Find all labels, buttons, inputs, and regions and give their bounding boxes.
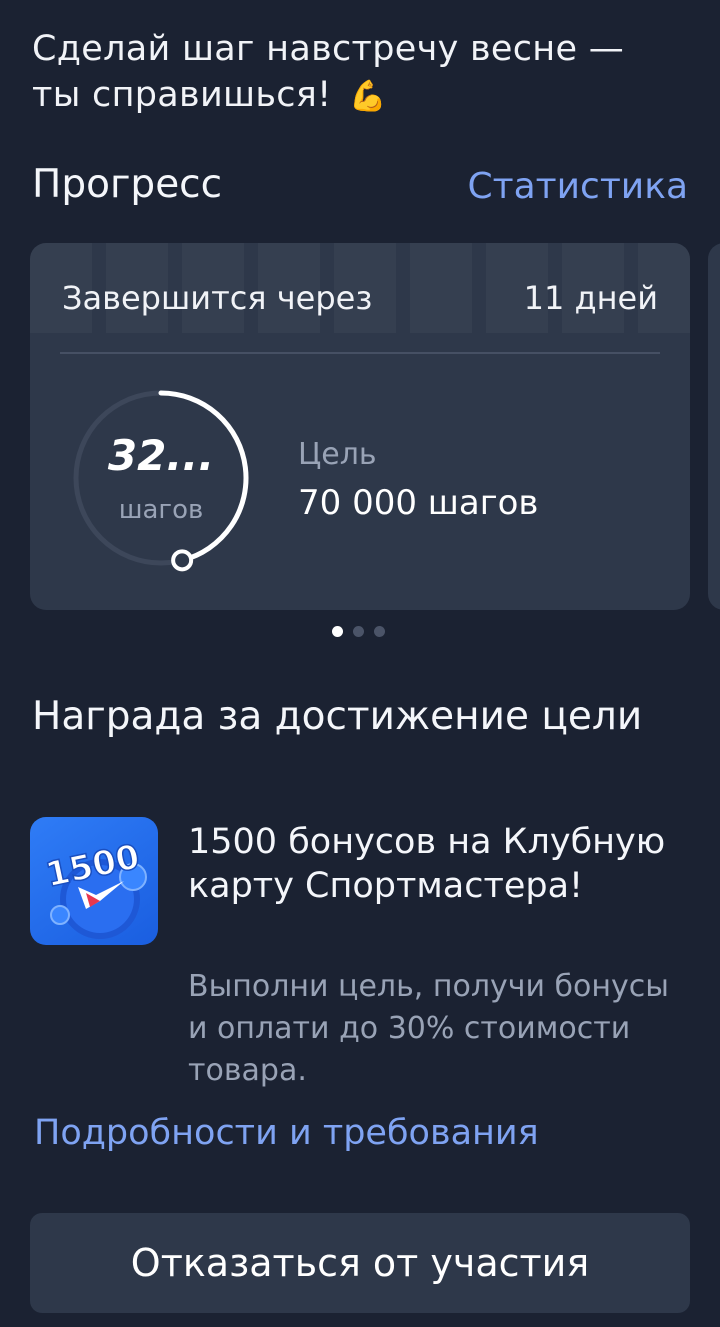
card-divider	[60, 352, 660, 354]
progress-ring-knob	[171, 549, 194, 572]
motivation-line1: Сделай шаг навстречу весне —	[32, 29, 625, 69]
pager-dot[interactable]	[374, 626, 385, 637]
decline-participation-button[interactable]: Отказаться от участия	[30, 1213, 690, 1313]
reward-headline: 1500 бонусов на Клубную карту Спортмасте…	[188, 822, 666, 906]
pager-dot[interactable]	[353, 626, 364, 637]
carousel-pager[interactable]	[332, 626, 385, 637]
goal-value: 70 000 шагов	[298, 483, 539, 523]
goal-label: Цель	[298, 437, 377, 472]
reward-title: Награда за достижение цели	[32, 694, 643, 739]
progress-title: Прогресс	[32, 162, 223, 207]
pager-dot[interactable]	[332, 626, 343, 637]
bonus-1500-image: 1500	[30, 817, 158, 945]
reward-description: Выполни цель, получи бонусы и оплати до …	[188, 969, 669, 1088]
steps-unit: шагов	[118, 495, 204, 525]
bonus-badge-icon: 1500	[42, 836, 147, 939]
motivation-line2: ты справишься!	[32, 75, 332, 115]
ends-in-label: Завершится через	[62, 279, 373, 317]
progress-card[interactable]: Завершится через 11 дней 32... шагов Цел…	[30, 243, 690, 610]
ends-in-value: 11 дней	[523, 279, 658, 317]
flexed-biceps-icon: 💪	[348, 79, 387, 114]
statistics-link[interactable]: Статистика	[468, 166, 689, 207]
next-card-peek[interactable]	[708, 243, 720, 610]
motivation-text: Сделай шаг навстречу весне — ты справишь…	[32, 26, 692, 120]
details-and-requirements-link[interactable]: Подробности и требования	[34, 1113, 539, 1153]
steps-count: 32...	[107, 431, 215, 480]
